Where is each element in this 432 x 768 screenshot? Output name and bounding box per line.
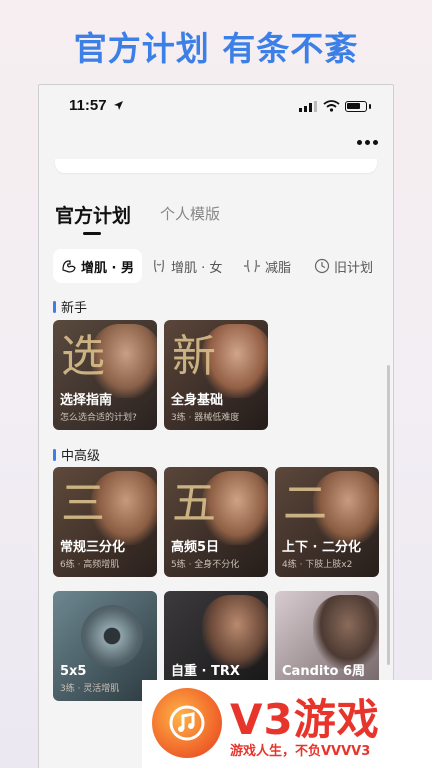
watermark-logo: V3游戏 游戏人生，不负VVVV3	[142, 680, 432, 768]
section-advanced: 中高级	[53, 445, 100, 464]
signal-icon	[299, 101, 317, 112]
category-chips: 增肌 · 男 增肌 · 女 减脂 旧计划	[53, 249, 393, 283]
card-char: 选	[61, 331, 105, 382]
plan-card[interactable]: 三 常规三分化 6练 · 高频增肌	[53, 467, 157, 577]
card-char: 新	[172, 331, 216, 382]
card-title: Candito 6周	[282, 664, 366, 679]
muscle-arm-icon	[62, 260, 76, 273]
chip-muscle-female[interactable]: 增肌 · 女	[151, 249, 222, 283]
top-panel-edge	[55, 159, 377, 173]
promo-headline: 官方计划 有条不紊	[73, 29, 359, 68]
card-title: 高频5日	[171, 540, 220, 555]
section-title: 中高级	[61, 449, 101, 464]
plan-card[interactable]: 选 选择指南 怎么选合适的计划?	[53, 320, 157, 430]
more-menu-button[interactable]	[357, 137, 379, 147]
chip-old-plans[interactable]: 旧计划	[314, 249, 373, 283]
female-torso-icon	[154, 259, 164, 273]
status-time: 11:57	[69, 97, 107, 114]
tab-official-plans[interactable]: 官方计划	[55, 201, 131, 228]
card-subtitle: 4练 · 下肢上肢x2	[282, 560, 353, 570]
card-char: 三	[61, 478, 105, 529]
card-subtitle: 3练 · 灵活增肌	[60, 684, 120, 694]
card-subtitle: 3练 · 器械低难度	[171, 413, 240, 423]
card-char: 五	[172, 478, 216, 529]
music-note-logo-icon	[152, 688, 222, 758]
card-title: 5x5	[60, 664, 87, 679]
scrollbar[interactable]	[387, 365, 390, 665]
chip-fat-loss[interactable]: 减脂	[243, 249, 291, 283]
chip-muscle-male[interactable]: 增肌 · 男	[53, 249, 142, 283]
watermark-slogan: 游戏人生，不负VVVV3	[230, 744, 371, 759]
card-subtitle: 怎么选合适的计划?	[60, 413, 137, 423]
card-image	[313, 595, 379, 669]
card-title: 常规三分化	[60, 540, 126, 555]
chip-label: 旧计划	[334, 260, 374, 276]
section-beginner: 新手	[53, 297, 87, 316]
weight-plate-image	[81, 605, 143, 667]
plan-card[interactable]: 新 全身基础 3练 · 器械低难度	[164, 320, 268, 430]
card-subtitle: 5练 · 全身不分化	[171, 560, 240, 570]
chip-label: 增肌 · 女	[171, 260, 223, 276]
status-bar: 11:57	[39, 95, 393, 121]
card-subtitle: 6练 · 高频增肌	[60, 560, 120, 570]
wifi-icon	[323, 100, 340, 112]
card-char: 二	[283, 478, 327, 529]
card-title: 选择指南	[60, 393, 113, 408]
card-title: 全身基础	[171, 393, 224, 408]
battery-tip	[369, 104, 371, 109]
watermark-brand: V3游戏	[230, 695, 380, 744]
tab-personal-templates[interactable]: 个人模版	[160, 203, 220, 224]
section-marker	[53, 300, 56, 313]
battery-icon	[345, 101, 367, 112]
chip-label: 减脂	[265, 260, 292, 276]
plan-card[interactable]: 五 高频5日 5练 · 全身不分化	[164, 467, 268, 577]
fat-loss-icon	[244, 259, 260, 273]
section-title: 新手	[61, 301, 88, 316]
tab-active-indicator	[83, 232, 101, 235]
chip-label: 增肌 · 男	[81, 260, 134, 276]
card-title: 上下 · 二分化	[282, 540, 361, 555]
card-image	[202, 595, 268, 669]
section-marker	[53, 448, 56, 461]
location-arrow-icon	[114, 101, 123, 110]
clock-icon	[314, 258, 330, 274]
plan-card[interactable]: 二 上下 · 二分化 4练 · 下肢上肢x2	[275, 467, 379, 577]
card-title: 自重 · TRX	[171, 664, 240, 679]
phone-screen: 11:57 官方计划 个人模版 增肌 · 男 增肌 · 女 减脂 旧计划 新手 …	[38, 84, 394, 768]
